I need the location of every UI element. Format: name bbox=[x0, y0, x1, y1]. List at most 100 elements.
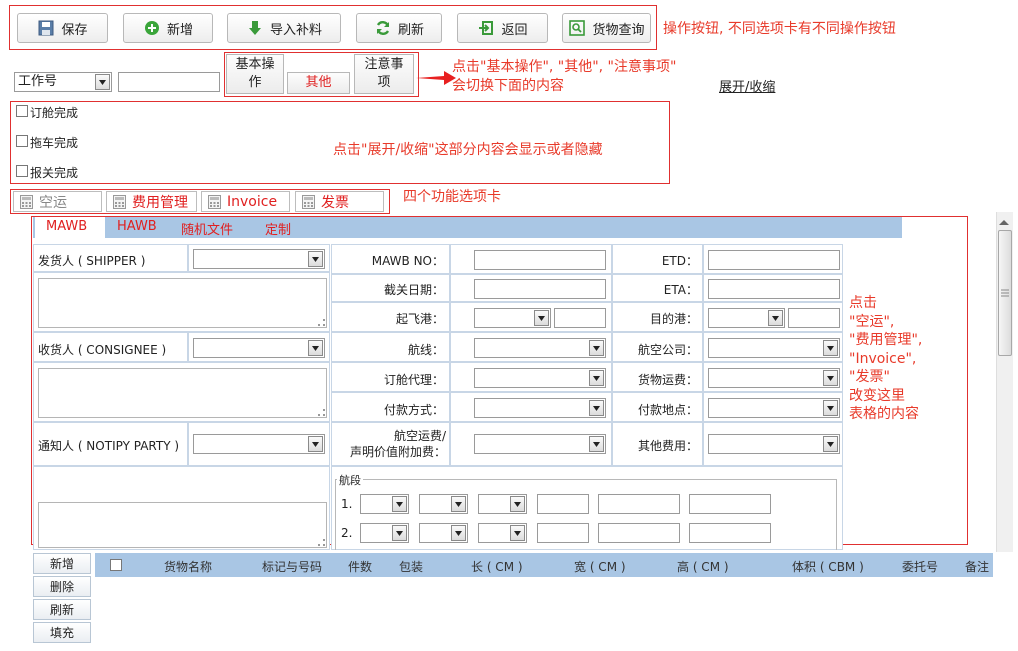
payment-place-select[interactable] bbox=[708, 398, 840, 418]
tab-notice-label-2: 项 bbox=[377, 75, 391, 90]
exit-icon bbox=[477, 19, 495, 37]
segment-2-input-a[interactable] bbox=[537, 523, 589, 543]
scroll-up-icon[interactable] bbox=[999, 215, 1009, 229]
grid-header-cell: 备注 bbox=[965, 560, 990, 574]
airline-select[interactable] bbox=[708, 338, 840, 358]
notify-select[interactable] bbox=[193, 434, 325, 454]
segment-1-input-c[interactable] bbox=[689, 494, 771, 514]
payment-method-select[interactable] bbox=[474, 398, 606, 418]
cargo-freight-label: 货物运费： bbox=[637, 373, 698, 387]
segment-legend: 航段 bbox=[337, 472, 363, 488]
search-field-value: 工作号 bbox=[18, 74, 58, 89]
destination-port-code-input[interactable] bbox=[788, 308, 840, 328]
tab-basic-operation[interactable]: 基本操作 bbox=[226, 54, 284, 94]
departure-port-select[interactable] bbox=[474, 308, 551, 328]
func-tabs-note: 四个功能选项卡 bbox=[403, 189, 501, 205]
add-button[interactable]: 新增 bbox=[123, 13, 213, 43]
grid-fill-button[interactable]: 填充 bbox=[33, 622, 91, 643]
notify-address-textarea[interactable] bbox=[38, 502, 327, 548]
cutoff-date-input[interactable] bbox=[474, 279, 606, 299]
segment-1-select-b[interactable] bbox=[419, 494, 468, 514]
trucking-complete-checkbox[interactable] bbox=[16, 135, 28, 147]
chevron-down-icon bbox=[768, 310, 783, 326]
side-note: 点击 "空运", "费用管理", "Invoice", "发票" 改变这里 表格… bbox=[849, 294, 922, 424]
func-tab-invoice-label: Invoice bbox=[227, 193, 278, 210]
segment-1-select-c[interactable] bbox=[478, 494, 527, 514]
mawb-no-label: MAWB NO： bbox=[371, 254, 444, 268]
segment-row-1-label: 1. bbox=[341, 497, 353, 511]
etd-input[interactable] bbox=[708, 250, 840, 270]
destination-label: 目的港： bbox=[649, 312, 698, 326]
notify-label: 通知人 ( NOTIPY PARTY ) bbox=[38, 439, 180, 453]
save-label: 保存 bbox=[61, 22, 88, 38]
freight-label-line-1: 航空运费/ bbox=[393, 429, 446, 443]
arrow-right-icon bbox=[416, 71, 456, 85]
side-note-line: 点击 bbox=[849, 295, 877, 311]
back-button[interactable]: 返回 bbox=[457, 13, 548, 43]
grid-refresh-button[interactable]: 刷新 bbox=[33, 599, 91, 620]
grid-delete-button[interactable]: 删除 bbox=[33, 576, 91, 597]
grid-add-button[interactable]: 新增 bbox=[33, 553, 91, 574]
chevron-down-icon bbox=[451, 496, 466, 512]
cargo-freight-select[interactable] bbox=[708, 368, 840, 388]
func-tab-fee-management[interactable]: 费用管理 bbox=[106, 191, 197, 212]
segment-1-input-b[interactable] bbox=[598, 494, 680, 514]
other-fees-label: 其他费用： bbox=[637, 439, 698, 453]
grid-header-cell: 委托号 bbox=[902, 560, 939, 574]
freight-select[interactable] bbox=[474, 434, 606, 454]
airline-label: 航空公司： bbox=[637, 343, 698, 357]
departure-port-code-input[interactable] bbox=[554, 308, 606, 328]
func-tab-air[interactable]: 空运 bbox=[13, 191, 102, 212]
tab-other[interactable]: 其他 bbox=[287, 72, 350, 94]
chevron-down-icon bbox=[510, 496, 525, 512]
select-all-checkbox[interactable] bbox=[110, 559, 122, 571]
func-tab-invoice[interactable]: Invoice bbox=[201, 191, 290, 212]
booking-agent-select[interactable] bbox=[474, 368, 606, 388]
segment-2-select-c[interactable] bbox=[478, 523, 527, 543]
segment-1-select-a[interactable] bbox=[360, 494, 409, 514]
shipper-label: 发货人 ( SHIPPER ) bbox=[38, 254, 146, 268]
consignee-select[interactable] bbox=[193, 338, 325, 358]
import-supplement-button[interactable]: 导入补料 bbox=[227, 13, 341, 43]
tab-basic-label-1: 基本操 bbox=[235, 57, 275, 72]
search-field-select[interactable]: 工作号 bbox=[14, 72, 112, 92]
chevron-down-icon bbox=[392, 525, 407, 541]
segment-2-select-b[interactable] bbox=[419, 523, 468, 543]
freight-label: 航空运费/ 声明价值附加费： bbox=[331, 428, 446, 460]
segment-1-input-a[interactable] bbox=[537, 494, 589, 514]
save-button[interactable]: 保存 bbox=[17, 13, 108, 43]
other-fees-select[interactable] bbox=[708, 434, 840, 454]
mawb-no-input[interactable] bbox=[474, 250, 606, 270]
payment-method-label: 付款方式： bbox=[383, 403, 444, 417]
booking-complete-checkbox[interactable] bbox=[16, 105, 28, 117]
scrollbar-thumb[interactable] bbox=[998, 230, 1012, 356]
customs-complete-checkbox[interactable] bbox=[16, 165, 28, 177]
trucking-complete-label: 拖车完成 bbox=[30, 136, 79, 150]
tab-other-label: 其他 bbox=[305, 75, 332, 90]
customs-complete-label: 报关完成 bbox=[30, 166, 79, 180]
tab-notice[interactable]: 注意事项 bbox=[354, 54, 414, 94]
refresh-button[interactable]: 刷新 bbox=[356, 13, 442, 43]
calculator-icon bbox=[302, 194, 315, 209]
chevron-down-icon bbox=[308, 436, 323, 452]
search-document-icon bbox=[568, 19, 586, 37]
cargo-query-label: 货物查询 bbox=[592, 22, 645, 38]
segment-2-select-a[interactable] bbox=[360, 523, 409, 543]
func-tab-receipt[interactable]: 发票 bbox=[295, 191, 384, 212]
consignee-address-textarea[interactable] bbox=[38, 368, 327, 418]
route-select[interactable] bbox=[474, 338, 606, 358]
destination-port-select[interactable] bbox=[708, 308, 785, 328]
cargo-query-button[interactable]: 货物查询 bbox=[562, 13, 651, 43]
calculator-icon bbox=[20, 194, 33, 209]
eta-input[interactable] bbox=[708, 279, 840, 299]
shipper-address-textarea[interactable] bbox=[38, 278, 327, 328]
chevron-down-icon bbox=[589, 436, 604, 452]
payment-place-label: 付款地点： bbox=[637, 403, 698, 417]
segment-2-input-c[interactable] bbox=[689, 523, 771, 543]
route-label: 航线： bbox=[407, 343, 444, 357]
expand-collapse-link[interactable]: 展开/收缩 bbox=[719, 76, 775, 95]
shipper-select[interactable] bbox=[193, 249, 325, 269]
search-input[interactable] bbox=[118, 72, 220, 92]
segment-2-input-b[interactable] bbox=[598, 523, 680, 543]
calculator-icon bbox=[113, 194, 126, 209]
